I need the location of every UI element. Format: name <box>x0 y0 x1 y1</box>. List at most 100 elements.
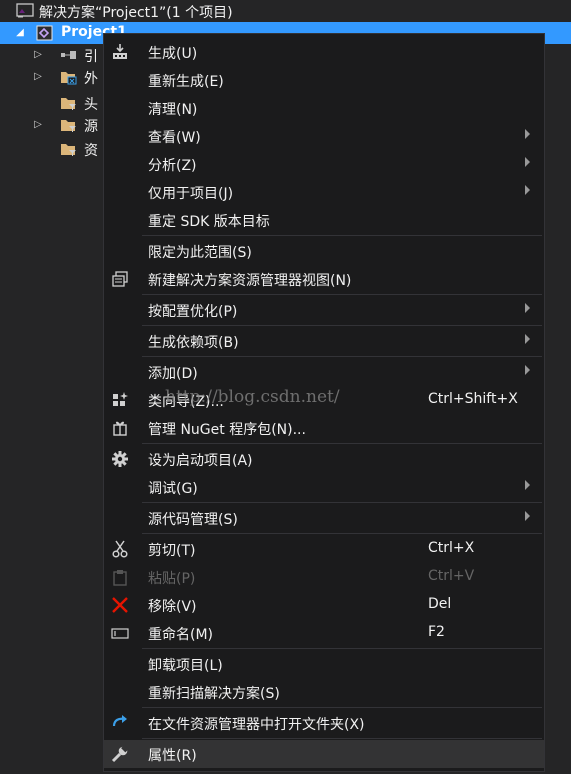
menu-separator <box>142 325 542 326</box>
menu-item-shortcut: Ctrl+V <box>428 568 475 584</box>
menu-item-new-explorer-view[interactable]: 新建解决方案资源管理器视图(N) <box>104 265 544 293</box>
expand-arrow-icon[interactable]: ▷ <box>32 119 44 131</box>
nuget-icon <box>111 419 129 437</box>
menu-item-remove[interactable]: 移除(V) Del <box>104 591 544 619</box>
menu-item-rescan-solution[interactable]: 重新扫描解决方案(S) <box>104 678 544 706</box>
expand-arrow-icon[interactable]: ▷ <box>32 71 44 83</box>
menu-item-set-startup[interactable]: 设为启动项目(A) <box>104 445 544 473</box>
menu-item-paste[interactable]: 粘贴(P) Ctrl+V <box>104 563 544 591</box>
wrench-icon <box>111 745 129 763</box>
expand-arrow-icon[interactable]: ◢ <box>14 27 26 39</box>
menu-item-debug[interactable]: 调试(G) <box>104 473 544 501</box>
menu-separator <box>142 235 542 236</box>
folder-filter-icon <box>60 117 76 133</box>
submenu-arrow-icon <box>525 303 530 313</box>
menu-item-source-control[interactable]: 源代码管理(S) <box>104 504 544 532</box>
menu-item-shortcut: Ctrl+Shift+X <box>428 391 518 407</box>
context-menu: 生成(U) 重新生成(E) 清理(N) 查看(W) 分析(Z) 仅用于项目(J)… <box>103 33 545 772</box>
menu-item-open-in-explorer[interactable]: 在文件资源管理器中打开文件夹(X) <box>104 709 544 737</box>
menu-item-label: 重命名(M) <box>148 627 214 643</box>
tree-item-label: 外 <box>84 71 98 87</box>
menu-item-analyze[interactable]: 分析(Z) <box>104 150 544 178</box>
submenu-arrow-icon <box>525 511 530 521</box>
menu-item-label: 剪切(T) <box>148 543 196 559</box>
menu-item-unload-project[interactable]: 卸载项目(L) <box>104 650 544 678</box>
menu-item-pgo[interactable]: 按配置优化(P) <box>104 296 544 324</box>
tree-item-label: 资 <box>84 143 98 159</box>
menu-item-label: 类向导(Z)... <box>148 394 224 410</box>
menu-separator <box>142 356 542 357</box>
menu-item-label: 调试(G) <box>148 481 198 497</box>
project-icon <box>36 25 53 41</box>
paste-icon <box>111 568 129 586</box>
remove-icon <box>111 596 129 614</box>
menu-item-add[interactable]: 添加(D) <box>104 358 544 386</box>
menu-item-clean[interactable]: 清理(N) <box>104 94 544 122</box>
menu-item-label: 管理 NuGet 程序包(N)... <box>148 422 306 438</box>
menu-separator <box>142 502 542 503</box>
menu-item-label: 添加(D) <box>148 366 198 382</box>
menu-separator <box>142 648 542 649</box>
build-icon <box>111 43 129 61</box>
menu-item-shortcut: F2 <box>428 624 445 640</box>
menu-separator <box>142 707 542 708</box>
gear-icon <box>111 450 129 468</box>
menu-item-label: 仅用于项目(J) <box>148 186 234 202</box>
menu-item-rebuild[interactable]: 重新生成(E) <box>104 66 544 94</box>
menu-item-scope-to-this[interactable]: 限定为此范围(S) <box>104 237 544 265</box>
submenu-arrow-icon <box>525 365 530 375</box>
solution-icon <box>16 3 34 19</box>
menu-item-label: 生成依赖项(B) <box>148 335 239 351</box>
menu-item-project-only[interactable]: 仅用于项目(J) <box>104 178 544 206</box>
menu-item-label: 重新扫描解决方案(S) <box>148 686 280 702</box>
menu-item-label: 卸载项目(L) <box>148 658 223 674</box>
menu-item-label: 属性(R) <box>148 748 197 764</box>
menu-separator <box>142 738 542 739</box>
folder-external-icon <box>60 69 77 85</box>
solution-label: 解决方案“Project1”(1 个项目) <box>39 5 233 21</box>
menu-item-rename[interactable]: 重命名(M) F2 <box>104 619 544 647</box>
new-view-icon <box>111 270 129 288</box>
submenu-arrow-icon <box>525 334 530 344</box>
menu-item-properties[interactable]: 属性(R) <box>104 740 544 768</box>
tree-item-label: 引 <box>84 49 98 65</box>
menu-item-label: 源代码管理(S) <box>148 512 238 528</box>
menu-item-cut[interactable]: 剪切(T) Ctrl+X <box>104 535 544 563</box>
menu-item-build-dependencies[interactable]: 生成依赖项(B) <box>104 327 544 355</box>
folder-filter-icon <box>60 95 76 111</box>
menu-item-retarget-sdk[interactable]: 重定 SDK 版本目标 <box>104 206 544 234</box>
menu-item-label: 生成(U) <box>148 46 198 62</box>
menu-item-label: 限定为此范围(S) <box>148 245 252 261</box>
submenu-arrow-icon <box>525 157 530 167</box>
menu-separator <box>142 443 542 444</box>
tree-item-label: 头 <box>84 97 98 113</box>
menu-item-view[interactable]: 查看(W) <box>104 122 544 150</box>
solution-node[interactable]: 解决方案“Project1”(1 个项目) <box>0 0 571 22</box>
rename-icon <box>111 624 129 642</box>
menu-item-label: 查看(W) <box>148 130 201 146</box>
menu-separator <box>142 533 542 534</box>
menu-item-label: 粘贴(P) <box>148 571 196 587</box>
menu-item-label: 新建解决方案资源管理器视图(N) <box>148 273 352 289</box>
menu-item-manage-nuget[interactable]: 管理 NuGet 程序包(N)... <box>104 414 544 442</box>
scissors-icon <box>111 540 129 558</box>
class-wizard-icon <box>111 391 129 409</box>
tree-item-label: 源 <box>84 119 98 135</box>
references-icon <box>60 47 76 63</box>
menu-separator <box>142 294 542 295</box>
menu-item-label: 分析(Z) <box>148 158 197 174</box>
submenu-arrow-icon <box>525 480 530 490</box>
menu-item-build[interactable]: 生成(U) <box>104 38 544 66</box>
submenu-arrow-icon <box>525 129 530 139</box>
submenu-arrow-icon <box>525 185 530 195</box>
open-folder-arrow-icon <box>111 714 129 732</box>
menu-item-label: 设为启动项目(A) <box>148 453 253 469</box>
menu-item-label: 按配置优化(P) <box>148 304 238 320</box>
menu-item-class-wizard[interactable]: 类向导(Z)... Ctrl+Shift+X <box>104 386 544 414</box>
menu-item-shortcut: Del <box>428 596 452 612</box>
expand-arrow-icon[interactable]: ▷ <box>32 49 44 61</box>
menu-item-label: 清理(N) <box>148 102 198 118</box>
menu-item-shortcut: Ctrl+X <box>428 540 475 556</box>
menu-item-label: 移除(V) <box>148 599 197 615</box>
folder-filter-icon <box>60 141 76 157</box>
